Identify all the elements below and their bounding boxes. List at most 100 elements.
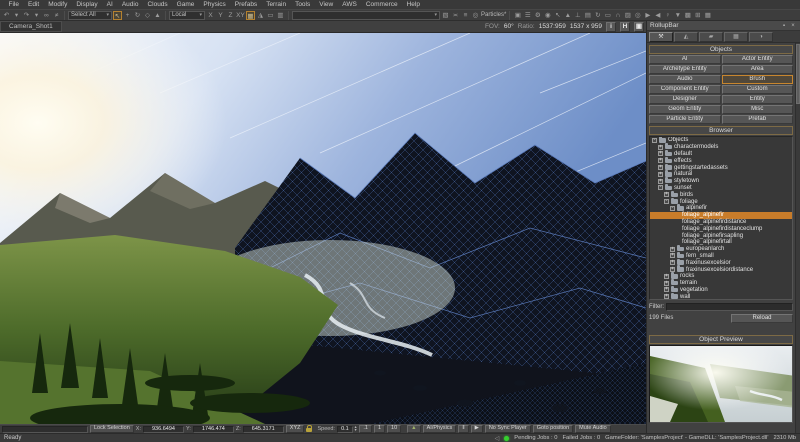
mesh-icon[interactable]: ▦ <box>703 11 712 20</box>
tree-item[interactable]: - foliage <box>650 197 792 205</box>
menu-item[interactable]: Physics <box>199 0 230 9</box>
camera-tab[interactable]: Camera_Shot1 <box>0 21 62 32</box>
menu-item[interactable]: Commerce <box>361 0 402 9</box>
step-button[interactable]: ▶ <box>470 425 483 433</box>
target-icon[interactable]: ◉ <box>543 11 552 20</box>
goto-position-button[interactable]: Goto position <box>532 425 574 433</box>
particles-icon[interactable]: ◎ <box>471 11 480 20</box>
speed-stepper[interactable]: 0.1 ▲ ▼ <box>336 425 357 433</box>
tree-toggle-icon[interactable]: - <box>664 199 669 205</box>
particles-label[interactable]: Particles* <box>481 12 506 18</box>
axis-z-button[interactable]: Z <box>226 11 235 20</box>
terrain-editor-icon[interactable]: ▲ <box>563 11 572 20</box>
audio-button[interactable]: Audio <box>649 75 721 84</box>
axis-xy-button[interactable]: XY <box>236 11 245 20</box>
freeze-mask-icon[interactable]: ▧ <box>441 11 450 20</box>
tree-item[interactable]: foliage_alpinefirdistanceclump <box>650 225 792 232</box>
tab-objects[interactable]: ⚒ <box>649 32 673 42</box>
x-coordinate-field[interactable]: 936.6494 <box>142 425 184 433</box>
unlink-objects-icon[interactable]: ≠ <box>52 11 61 20</box>
ai-physics-button[interactable]: AI/Physics <box>422 425 457 433</box>
rotate-tool-icon[interactable]: ↻ <box>133 11 142 20</box>
menu-item[interactable]: Display <box>72 0 102 9</box>
filter-input[interactable] <box>666 302 793 311</box>
lock-axis-icon[interactable] <box>306 425 313 433</box>
ratio-value[interactable]: 1537:959 <box>539 23 566 30</box>
move-tool-icon[interactable]: + <box>123 11 132 20</box>
tree-item[interactable]: + gettingstartedassets <box>650 163 792 171</box>
tree-item[interactable]: - Objects <box>650 137 792 144</box>
layers-panel-icon[interactable]: ▤ <box>583 11 592 20</box>
tree-toggle-icon[interactable]: + <box>664 294 669 299</box>
tree-toggle-icon[interactable]: + <box>670 260 675 266</box>
speaker-icon[interactable]: ◁ <box>495 435 500 442</box>
menu-item[interactable]: Audio <box>117 0 143 9</box>
xyz-mode-button[interactable]: XYZ <box>285 425 305 433</box>
panel-scrollbar[interactable] <box>795 43 800 433</box>
tree-item[interactable]: foliage_alpinefir <box>650 211 792 219</box>
new-window-icon[interactable]: ⊞ <box>693 11 702 20</box>
link-objects-icon[interactable]: ∞ <box>42 11 51 20</box>
ruler-icon[interactable]: ▭ <box>266 11 275 20</box>
archetype-entity-button[interactable]: Archetype Entity <box>649 65 721 74</box>
dropdown-icon[interactable]: ▼ <box>673 11 682 20</box>
tree-item[interactable]: + styletown <box>650 177 792 185</box>
speed-preset-01-button[interactable]: .1 <box>359 425 372 433</box>
menu-item[interactable]: Tools <box>291 0 315 9</box>
tree-toggle-icon[interactable]: + <box>670 246 675 252</box>
menu-item[interactable]: Modify <box>44 0 72 9</box>
tree-item[interactable]: foliage_alpinefirsapling <box>650 232 792 239</box>
rollupbar-titlebar[interactable]: RollupBar ▪ × <box>647 21 800 31</box>
close-icon[interactable]: × <box>789 23 797 29</box>
tree-toggle-icon[interactable]: + <box>658 165 663 171</box>
custom-button[interactable]: Custom <box>721 85 793 94</box>
designer-button[interactable]: Designer <box>649 95 721 104</box>
select-tool-icon[interactable]: ↖ <box>113 10 122 20</box>
menu-item[interactable]: AI <box>102 0 117 9</box>
angle-snap-icon[interactable]: ◮ <box>256 11 265 20</box>
coordinate-system-dropdown[interactable]: Local ▾ <box>169 10 205 20</box>
tree-toggle-icon[interactable]: + <box>664 287 669 293</box>
z-coordinate-field[interactable]: 645.3171 <box>242 425 284 433</box>
lock-selection-button[interactable]: Lock Selection <box>90 425 134 433</box>
ai-button[interactable]: AI <box>649 55 721 64</box>
entity-button[interactable]: Entity <box>721 95 793 104</box>
prefab-button[interactable]: Prefab <box>721 115 793 124</box>
fov-value[interactable]: 60° <box>504 23 514 30</box>
area-button[interactable]: Area <box>721 65 793 74</box>
tab-terrain[interactable]: ◭ <box>674 32 698 42</box>
tree-item[interactable]: + wall <box>650 292 792 299</box>
viewport-3d-scene[interactable] <box>0 33 646 424</box>
grid-snap-icon[interactable]: ▦ <box>246 10 255 20</box>
texture-browser-icon[interactable]: ▩ <box>683 11 692 20</box>
menu-item[interactable]: File <box>4 0 23 9</box>
axis-x-button[interactable]: X <box>206 11 215 20</box>
pick-icon[interactable]: ↖ <box>553 11 562 20</box>
resolution-value[interactable]: 1537 x 959 <box>570 23 602 30</box>
float-window-button[interactable]: ▣ <box>634 21 644 32</box>
axis-y-button[interactable]: Y <box>216 11 225 20</box>
layout-icon[interactable]: ▣ <box>513 11 522 20</box>
hide-mask-icon[interactable]: ≍ <box>451 11 460 20</box>
measure-icon[interactable]: ▭ <box>603 11 612 20</box>
helpers-button[interactable]: H <box>620 21 630 32</box>
browser-section-header[interactable]: Browser <box>649 126 793 135</box>
pause-button[interactable]: ‖ <box>458 425 469 433</box>
pin-icon[interactable]: ▪ <box>780 23 788 29</box>
tree-toggle-icon[interactable]: + <box>664 280 669 286</box>
y-coordinate-field[interactable]: 1746.474 <box>192 425 234 433</box>
tree-toggle-icon[interactable]: + <box>658 178 663 184</box>
tab-terrain-texture[interactable]: ▰ <box>699 32 723 42</box>
component-entity-button[interactable]: Component Entity <box>649 85 721 94</box>
menu-item[interactable]: Terrain <box>262 0 291 9</box>
tree-item[interactable]: foliage_alpinefirdistance <box>650 219 792 226</box>
scrollbar-thumb[interactable] <box>796 44 800 104</box>
menu-item[interactable]: AWS <box>338 0 362 9</box>
actor-entity-button[interactable]: Actor Entity <box>721 55 793 64</box>
tree-item[interactable]: + natural <box>650 170 792 178</box>
tree-item[interactable]: foliage_alpinefirtall <box>650 239 792 246</box>
stepper-arrows-icon[interactable]: ▲ ▼ <box>353 425 357 433</box>
brush-button[interactable]: Brush <box>721 75 793 84</box>
record-icon[interactable]: ◎ <box>633 11 642 20</box>
redo-icon[interactable]: ↷ <box>22 11 31 20</box>
